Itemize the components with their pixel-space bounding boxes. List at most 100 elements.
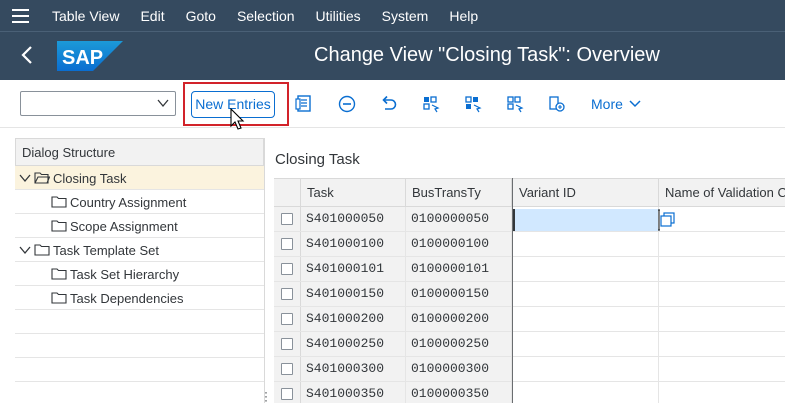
expand-arrow-icon[interactable] (19, 172, 31, 184)
cell-task: S401000250 (301, 332, 406, 356)
sap-logo[interactable]: SAP (57, 41, 123, 74)
row-checkbox[interactable] (281, 288, 293, 300)
cell-bustransty: 0100000101 (406, 257, 512, 281)
folder-icon (34, 244, 50, 256)
cell-variant-id[interactable] (513, 232, 659, 256)
menu-system[interactable]: System (382, 8, 429, 24)
tree-node-country-assignment[interactable]: Country Assignment (15, 190, 264, 214)
cell-variant-id[interactable] (513, 257, 659, 281)
tree-node-closing-task[interactable]: Closing Task (15, 166, 264, 190)
value-help-icon[interactable] (658, 209, 678, 231)
dialog-structure-title: Dialog Structure (15, 138, 264, 166)
column-header-name-of-validation[interactable]: Name of Validation C (659, 179, 785, 206)
menu-table-view[interactable]: Table View (52, 8, 119, 24)
row-selector[interactable] (274, 282, 301, 306)
row-checkbox[interactable] (281, 313, 293, 325)
cell-task: S401000350 (301, 382, 406, 403)
table-row[interactable]: S401000150 0100000150 (274, 282, 785, 307)
row-selector[interactable] (274, 232, 301, 256)
open-folder-icon (34, 172, 50, 184)
print-field-list-icon[interactable] (547, 94, 567, 114)
table-row[interactable]: S401000250 0100000250 (274, 332, 785, 357)
row-selector[interactable] (274, 307, 301, 331)
cell-variant-id[interactable] (513, 307, 659, 331)
table-row[interactable]: S401000200 0100000200 (274, 307, 785, 332)
menu-selection[interactable]: Selection (237, 8, 295, 24)
row-selector[interactable] (274, 257, 301, 281)
table-row[interactable]: S401000101 0100000101 (274, 257, 785, 282)
menu-edit[interactable]: Edit (140, 8, 164, 24)
folder-icon (51, 220, 67, 232)
cell-bustransty: 0100000250 (406, 332, 512, 356)
cell-bustransty: 0100000200 (406, 307, 512, 331)
details-icon[interactable] (295, 94, 315, 114)
tree-node-task-template-set[interactable]: Task Template Set (15, 238, 264, 262)
cell-bustransty: 0100000350 (406, 382, 512, 403)
table-row[interactable]: S401000300 0100000300 (274, 357, 785, 382)
back-icon[interactable] (20, 44, 42, 68)
tree-empty-row (15, 310, 264, 334)
column-header-variant-id[interactable]: Variant ID (513, 179, 659, 206)
deselect-all-icon[interactable] (505, 94, 525, 114)
tree-node-task-set-hierarchy[interactable]: Task Set Hierarchy (15, 262, 264, 286)
variant-id-input-focused[interactable] (513, 209, 658, 231)
tree-node-task-dependencies[interactable]: Task Dependencies (15, 286, 264, 310)
delete-icon[interactable] (337, 94, 357, 114)
row-selector[interactable] (274, 357, 301, 381)
cell-name-of-validation[interactable] (659, 282, 785, 306)
tree-node-label: Task Dependencies (70, 291, 184, 306)
expand-arrow-icon[interactable] (19, 244, 31, 256)
row-checkbox[interactable] (281, 363, 293, 375)
cell-variant-id[interactable] (513, 357, 659, 381)
folder-icon (51, 292, 67, 304)
cell-variant-id[interactable] (513, 332, 659, 356)
dialog-structure-panel: Dialog Structure Closing Task Country As… (15, 138, 265, 403)
cell-bustransty: 0100000300 (406, 357, 512, 381)
tree-node-scope-assignment[interactable]: Scope Assignment (15, 214, 264, 238)
mouse-cursor-icon (230, 108, 245, 130)
column-header-task[interactable]: Task (301, 179, 406, 206)
row-checkbox[interactable] (281, 238, 293, 250)
select-block-icon[interactable] (463, 94, 483, 114)
select-all-icon[interactable] (421, 94, 441, 114)
page-title: Change View "Closing Task": Overview (314, 44, 660, 66)
cell-name-of-validation[interactable] (659, 257, 785, 281)
more-button[interactable]: More (591, 96, 641, 112)
cell-variant-id[interactable] (513, 282, 659, 306)
row-selector[interactable] (274, 332, 301, 356)
table-row[interactable]: S401000350 0100000350 (274, 382, 785, 403)
splitter-grip-icon[interactable]: · · · (264, 386, 268, 403)
cell-bustransty: 0100000150 (406, 282, 512, 306)
menu-bar: Table View Edit Goto Selection Utilities… (0, 0, 785, 31)
column-header-bustransty[interactable]: BusTransTy (406, 179, 512, 206)
sap-logo-text: SAP (62, 47, 103, 69)
folder-icon (51, 268, 67, 280)
row-checkbox[interactable] (281, 213, 293, 225)
row-selector[interactable] (274, 207, 301, 231)
cell-task: S401000150 (301, 282, 406, 306)
cell-task: S401000200 (301, 307, 406, 331)
tree-node-label: Scope Assignment (70, 219, 178, 234)
row-checkbox[interactable] (281, 338, 293, 350)
table-row[interactable]: S401000100 0100000100 (274, 232, 785, 257)
cell-variant-id[interactable] (513, 382, 659, 403)
menu-goto[interactable]: Goto (186, 8, 216, 24)
menu-utilities[interactable]: Utilities (316, 8, 361, 24)
tree-node-label: Task Set Hierarchy (70, 267, 180, 282)
tree-node-label: Closing Task (53, 171, 127, 186)
menu-help[interactable]: Help (449, 8, 478, 24)
row-checkbox[interactable] (281, 263, 293, 275)
cell-name-of-validation[interactable] (659, 357, 785, 381)
cell-name-of-validation[interactable] (659, 332, 785, 356)
cell-name-of-validation[interactable] (659, 307, 785, 331)
more-button-label: More (591, 96, 623, 112)
cell-name-of-validation[interactable] (659, 382, 785, 403)
hamburger-menu-icon[interactable] (0, 0, 40, 31)
row-checkbox[interactable] (281, 388, 293, 400)
undo-icon[interactable] (379, 94, 399, 114)
tree-empty-row (15, 334, 264, 358)
select-all-header[interactable] (274, 179, 301, 206)
cell-name-of-validation[interactable] (659, 232, 785, 256)
action-dropdown[interactable] (20, 91, 176, 116)
row-selector[interactable] (274, 382, 301, 403)
